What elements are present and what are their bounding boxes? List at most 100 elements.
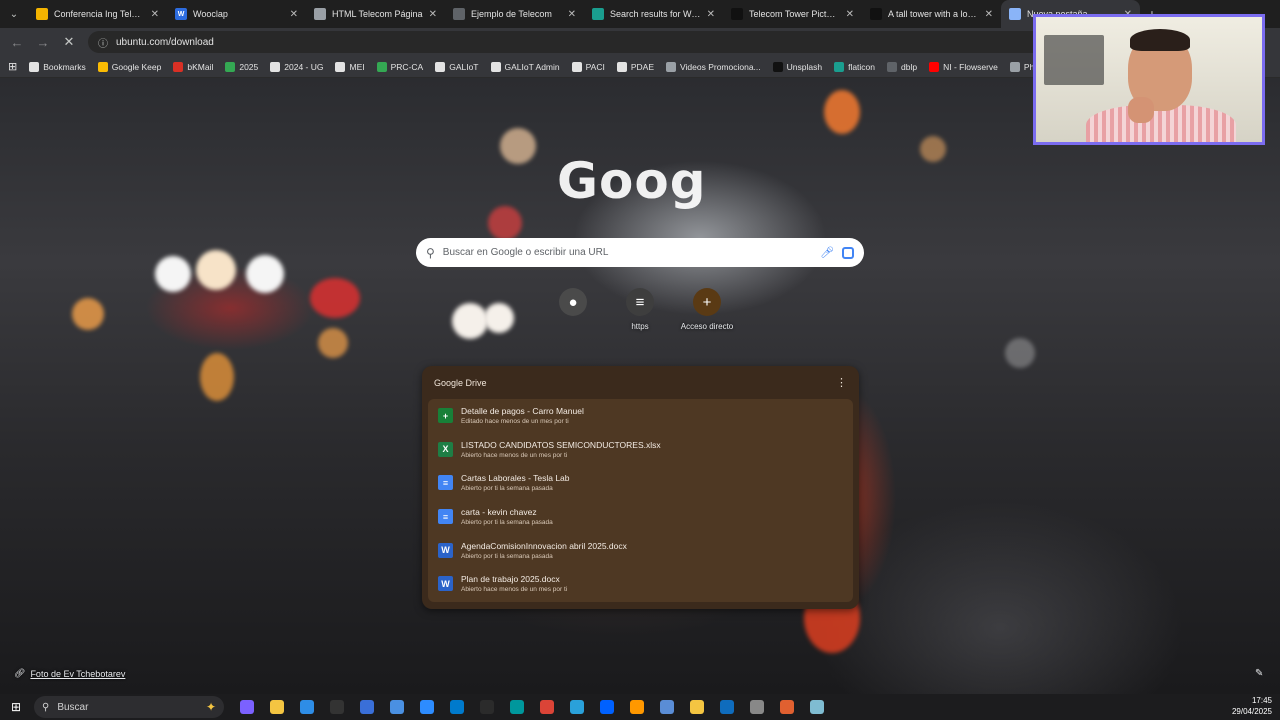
taskbar-app-vscode[interactable]	[446, 697, 468, 717]
shortcut-favicon-icon[interactable]: ●	[559, 288, 587, 316]
bookmark-item[interactable]: NI - Flowserve	[929, 61, 998, 72]
bookmark-item[interactable]: bKMail	[173, 61, 213, 72]
taskbar-app-dropbox[interactable]	[596, 697, 618, 717]
bookmark-item[interactable]: Videos Promociona...	[666, 61, 761, 72]
drive-file-row[interactable]: X LISTADO CANDIDATOS SEMICONDUCTORES.xlsx…	[428, 433, 853, 467]
add-shortcut-plus-icon[interactable]: +	[693, 288, 721, 316]
bookmark-label[interactable]: PACI	[586, 62, 605, 72]
browser-tab[interactable]: Telecom Tower Pictures | ✕	[723, 0, 862, 28]
browser-tab[interactable]: HTML Telecom Página ✕	[306, 0, 445, 28]
more-options-icon[interactable]: ⋮	[836, 376, 847, 389]
bookmark-item[interactable]: dblp	[887, 61, 917, 72]
drive-file-title[interactable]: Plan de trabajo 2025.docx	[461, 574, 567, 584]
forward-arrow-icon[interactable]: →	[32, 31, 54, 53]
microphone-icon[interactable]: 🎤︎	[820, 246, 834, 259]
taskbar-app-outlook[interactable]	[716, 697, 738, 717]
bookmark-label[interactable]: PRC-CA	[391, 62, 424, 72]
shortcut-favicon-icon[interactable]: ≡	[626, 288, 654, 316]
bookmark-label[interactable]: dblp	[901, 62, 917, 72]
bookmark-item[interactable]: GALIoT Admin	[490, 61, 560, 72]
drive-file-title[interactable]: AgendaComisionInnovacion abril 2025.docx	[461, 541, 627, 551]
shortcut-tile[interactable]: ≡ https	[605, 288, 675, 331]
bookmark-label[interactable]: NI - Flowserve	[943, 62, 998, 72]
tab-close-icon[interactable]: ✕	[429, 9, 437, 20]
system-clock[interactable]: 17:45 29/04/2025	[1232, 695, 1272, 717]
taskbar-app-zoom[interactable]	[416, 697, 438, 717]
bookmark-label[interactable]: 2025	[239, 62, 258, 72]
bookmark-label[interactable]: Bookmarks	[43, 62, 86, 72]
windows-start-icon[interactable]: ⊞	[0, 700, 32, 714]
bookmark-item[interactable]: flaticon	[834, 61, 875, 72]
drive-file-title[interactable]: carta - kevin chavez	[461, 507, 553, 517]
bookmark-label[interactable]: GALIoT	[449, 62, 478, 72]
bookmark-item[interactable]: Bookmarks	[29, 61, 86, 72]
site-info-icon[interactable]: ⓘ	[98, 35, 108, 50]
shortcut-tile[interactable]: + Acceso directo	[672, 288, 742, 331]
taskbar-app-remote[interactable]	[386, 697, 408, 717]
browser-tab[interactable]: Search results for Web - F ✕	[584, 0, 723, 28]
browser-tab[interactable]: W Wooclap ✕	[167, 0, 306, 28]
taskbar-app-sublime[interactable]	[626, 697, 648, 717]
browser-tab[interactable]: Conferencia Ing Telecom ✕	[28, 0, 167, 28]
bookmark-label[interactable]: Videos Promociona...	[680, 62, 761, 72]
drive-file-row[interactable]: + Detalle de pagos - Carro Manuel Editado …	[428, 399, 853, 433]
tab-close-icon[interactable]: ✕	[846, 9, 854, 20]
bookmark-item[interactable]: PDAE	[616, 61, 654, 72]
apps-grid-icon[interactable]: ⊞	[8, 60, 17, 73]
tab-title[interactable]: Conferencia Ing Telecom	[54, 9, 145, 19]
taskbar-search[interactable]: ⚲ Buscar ✦	[34, 696, 224, 718]
taskbar-app-app-bird[interactable]	[746, 697, 768, 717]
drive-file-title[interactable]: LISTADO CANDIDATOS SEMICONDUCTORES.xlsx	[461, 440, 661, 450]
drive-file-title[interactable]: Cartas Laborales - Tesla Lab	[461, 473, 570, 483]
address-bar[interactable]: ⓘ ubuntu.com/download	[88, 31, 1048, 53]
taskbar-app-file-explorer[interactable]	[266, 697, 288, 717]
drive-file-row[interactable]: W Plan de trabajo 2025.docx Abierto hace m…	[428, 567, 853, 601]
browser-tab[interactable]: Ejemplo de Telecom ✕	[445, 0, 584, 28]
taskbar-app-terminal[interactable]	[476, 697, 498, 717]
taskbar-app-notepad[interactable]	[806, 697, 828, 717]
google-search-box[interactable]: ⚲ 🎤︎	[416, 238, 864, 267]
customize-pencil-icon[interactable]: ✎	[1255, 668, 1263, 679]
taskbar-app-github[interactable]	[326, 697, 348, 717]
tab-close-icon[interactable]: ✕	[151, 9, 159, 20]
taskbar-app-edge[interactable]	[296, 697, 318, 717]
tab-title[interactable]: Search results for Web - F	[610, 9, 701, 19]
tab-title[interactable]: A tall tower with a lot of	[888, 9, 979, 19]
drive-file-row[interactable]: ≡ Cartas Laborales - Tesla Lab Abierto por…	[428, 466, 853, 500]
bookmark-item[interactable]: MEI	[335, 61, 365, 72]
photo-credit-text[interactable]: Foto de Ev Tchebotarev	[30, 669, 125, 679]
search-input[interactable]	[442, 247, 813, 258]
bookmark-item[interactable]: 2024 - UG	[270, 61, 323, 72]
drive-file-title[interactable]: Detalle de pagos - Carro Manuel	[461, 406, 584, 416]
taskbar-app-app-globe[interactable]	[356, 697, 378, 717]
taskbar-app-arduino[interactable]	[506, 697, 528, 717]
bookmark-item[interactable]: Google Keep	[97, 61, 161, 72]
bookmark-label[interactable]: GALIoT Admin	[505, 62, 560, 72]
google-lens-icon[interactable]	[842, 246, 854, 259]
bookmark-item[interactable]: 2025	[225, 61, 258, 72]
bookmark-item[interactable]: GALIoT	[435, 61, 479, 72]
bookmark-label[interactable]: bKMail	[187, 62, 213, 72]
bookmark-label[interactable]: PDAE	[631, 62, 654, 72]
back-arrow-icon[interactable]: ←	[6, 31, 28, 53]
tab-title[interactable]: HTML Telecom Página	[332, 9, 423, 19]
address-bar-url[interactable]: ubuntu.com/download	[116, 37, 214, 48]
taskbar-app-telegram[interactable]	[566, 697, 588, 717]
drive-file-row[interactable]: W AgendaComisionInnovacion abril 2025.doc…	[428, 533, 853, 567]
stop-loading-icon[interactable]: ✕	[58, 31, 80, 53]
bookmark-item[interactable]: PACI	[571, 61, 605, 72]
browser-tab[interactable]: A tall tower with a lot of ✕	[862, 0, 1001, 28]
taskbar-app-network[interactable]	[656, 697, 678, 717]
taskbar-app-app-square[interactable]	[686, 697, 708, 717]
bookmark-item[interactable]: Unsplash	[772, 61, 822, 72]
tab-close-icon[interactable]: ✕	[707, 9, 715, 20]
photo-credit[interactable]: 🔗︎ Foto de Ev Tchebotarev	[14, 668, 125, 679]
bookmark-label[interactable]: flaticon	[848, 62, 875, 72]
tab-search-chevron-icon[interactable]: ⌄	[0, 0, 28, 28]
bookmark-label[interactable]: MEI	[349, 62, 364, 72]
bookmark-item[interactable]: PRC-CA	[376, 61, 424, 72]
tab-close-icon[interactable]: ✕	[568, 9, 576, 20]
tab-close-icon[interactable]: ✕	[985, 9, 993, 20]
taskbar-app-app-doc[interactable]	[776, 697, 798, 717]
tab-title[interactable]: Telecom Tower Pictures |	[749, 9, 840, 19]
